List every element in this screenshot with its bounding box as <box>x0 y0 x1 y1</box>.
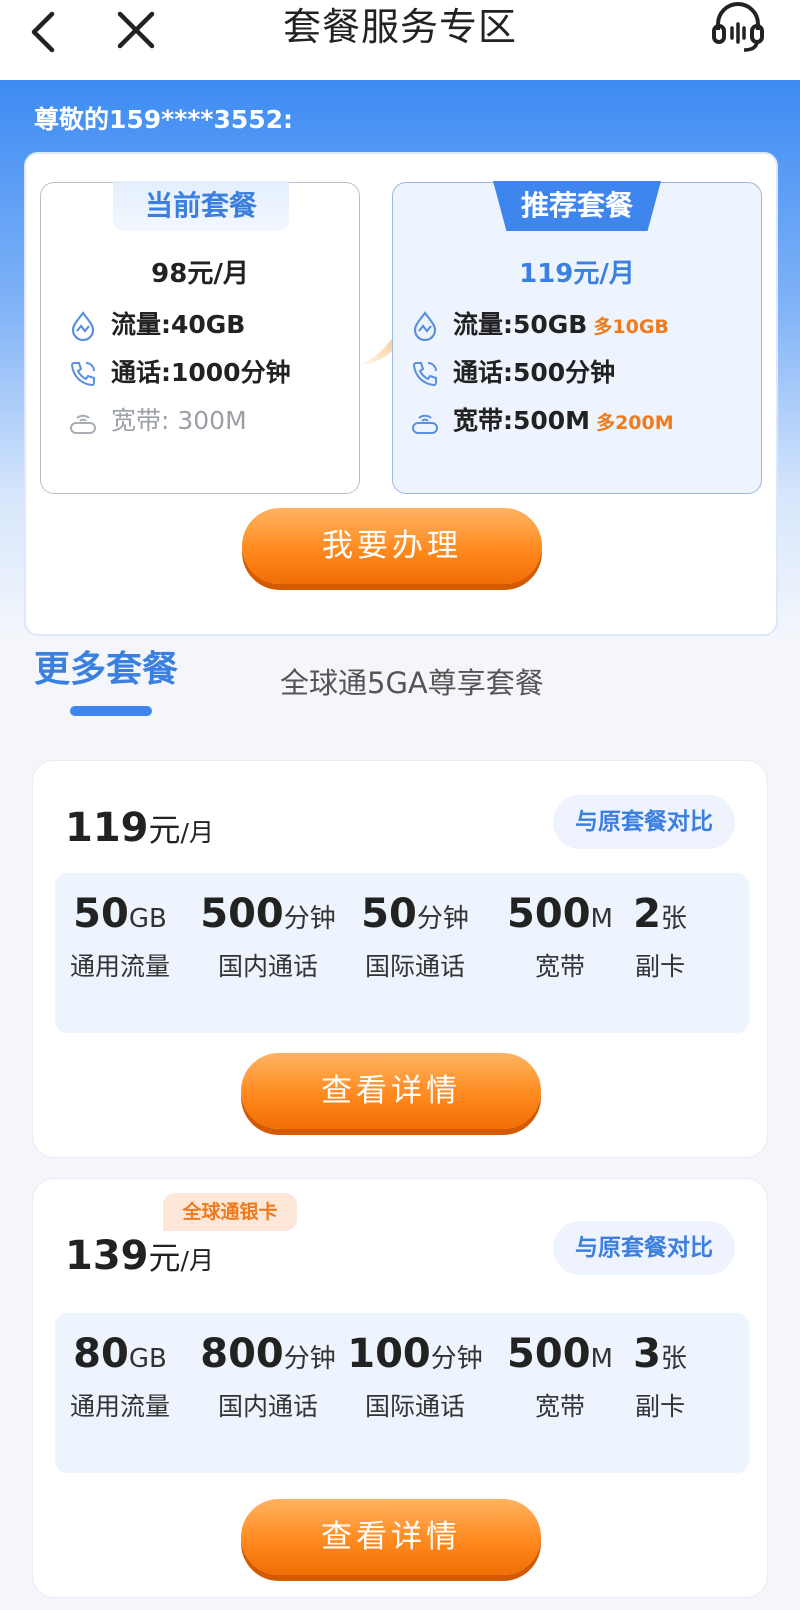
feature-label: 通用流量 <box>69 952 170 981</box>
feature-unit: 分钟 <box>283 904 336 934</box>
phone-call-icon <box>70 362 95 387</box>
feature-data: 50GB 通用流量 <box>55 891 185 983</box>
package-card: 全球通银卡 139元/月 与原套餐对比 80GB 通用流量 800分钟 国内通话 1… <box>32 1178 768 1598</box>
feature-label: 国际通话 <box>364 1392 465 1421</box>
recommend-broadband-row: 宽带:500M 多200M <box>409 401 674 441</box>
phone-call-icon <box>412 362 437 387</box>
recommend-broadband-extra: 多200M <box>596 412 674 434</box>
package-features: 80GB 通用流量 800分钟 国内通话 100分钟 国际通话 500M 宽带 3张 副卡 <box>55 1313 749 1473</box>
feature-value: 50 <box>73 891 129 937</box>
package-card: 119元/月 与原套餐对比 50GB 通用流量 500分钟 国内通话 50分钟 国际通… <box>32 760 768 1158</box>
feature-value: 500 <box>507 891 591 937</box>
feature-unit: 分钟 <box>283 1344 336 1374</box>
recommend-call-text: 通话:500分钟 <box>453 358 616 387</box>
feature-label: 国际通话 <box>364 952 465 981</box>
package-price-value: 119 <box>65 805 149 851</box>
data-flow-icon <box>413 311 437 342</box>
feature-label: 通用流量 <box>69 1392 170 1421</box>
package-features: 50GB 通用流量 500分钟 国内通话 50分钟 国际通话 500M 宽带 2张 副卡 <box>55 873 749 1033</box>
plan-compare-panel: 当前套餐 98元/月 流量:40GB 通话:1000分钟 宽带: 300M 推荐… <box>24 152 778 636</box>
package-price-value: 139 <box>65 1233 149 1279</box>
feature-data: 80GB 通用流量 <box>55 1331 185 1423</box>
compare-with-original-button[interactable]: 与原套餐对比 <box>553 795 735 849</box>
package-price-unit: 元 <box>148 1239 181 1277</box>
feature-unit: 张 <box>660 904 687 934</box>
view-details-button[interactable]: 查看详情 <box>241 1053 541 1129</box>
feature-value: 800 <box>200 1331 284 1377</box>
package-badge: 全球通银卡 <box>163 1193 297 1231</box>
package-price: 139元/月 <box>65 1233 214 1279</box>
broadband-router-icon <box>412 414 438 434</box>
feature-intl-call: 100分钟国际通话 <box>345 1331 485 1423</box>
current-plan-price: 98元/月 <box>151 259 249 289</box>
package-price-period: /月 <box>180 818 214 847</box>
current-broadband-text: 宽带: 300M <box>111 406 247 435</box>
feature-value: 50 <box>361 891 417 937</box>
recommend-data-row: 流量:50GB 多10GB <box>409 305 669 345</box>
feature-unit: GB <box>128 1344 167 1374</box>
package-price: 119元/月 <box>65 805 214 851</box>
recommend-call-row: 通话:500分钟 <box>409 353 615 393</box>
feature-value: 2 <box>633 891 661 937</box>
tab-more-plans[interactable]: 更多套餐 <box>34 640 178 692</box>
feature-value: 500 <box>200 891 284 937</box>
feature-label: 国内通话 <box>217 1392 318 1421</box>
compare-with-original-button[interactable]: 与原套餐对比 <box>553 1221 735 1275</box>
broadband-router-icon <box>70 414 96 434</box>
current-call-row: 通话:1000分钟 <box>67 353 291 393</box>
tab-active-indicator <box>70 706 152 716</box>
feature-intl-call: 50分钟国际通话 <box>345 891 485 983</box>
feature-unit: GB <box>128 904 167 934</box>
current-plan-box: 当前套餐 98元/月 流量:40GB 通话:1000分钟 宽带: 300M <box>40 181 360 494</box>
current-call-text: 通话:1000分钟 <box>111 358 291 387</box>
recommend-plan-price: 119元/月 <box>519 259 635 289</box>
recommend-data-extra: 多10GB <box>593 316 669 338</box>
current-plan-tag: 当前套餐 <box>113 181 289 231</box>
feature-label: 副卡 <box>634 952 685 981</box>
tab-global-5ga[interactable]: 全球通5GA尊享套餐 <box>280 666 544 722</box>
feature-domestic-call: 800分钟国内通话 <box>193 1331 343 1423</box>
feature-unit: 分钟 <box>416 904 469 934</box>
feature-unit: 分钟 <box>430 1344 483 1374</box>
page-title: 套餐服务专区 <box>282 5 517 49</box>
current-broadband-row: 宽带: 300M <box>67 401 247 441</box>
recommend-plan-tag: 推荐套餐 <box>493 181 661 231</box>
view-details-button[interactable]: 查看详情 <box>241 1499 541 1575</box>
feature-domestic-call: 500分钟国内通话 <box>193 891 343 983</box>
recommend-plan-box: 推荐套餐 119元/月 流量:50GB 多10GB 通话:500分钟 宽带:500… <box>392 181 762 494</box>
customer-service-icon[interactable] <box>710 0 766 56</box>
nav-bar: 套餐服务专区 <box>0 0 800 80</box>
feature-sub-card: 3张副卡 <box>605 1331 715 1423</box>
current-data-text: 流量:40GB <box>111 310 246 339</box>
feature-label: 副卡 <box>634 1392 685 1421</box>
package-price-unit: 元 <box>148 811 181 849</box>
tab-global-5ga-label: 全球通5GA尊享套餐 <box>280 666 544 700</box>
greeting-text: 尊敬的159****3552: <box>34 105 294 134</box>
current-data-row: 流量:40GB <box>67 305 245 345</box>
feature-value: 80 <box>73 1331 129 1377</box>
recommend-data-text: 流量:50GB <box>453 310 588 339</box>
feature-sub-card: 2张副卡 <box>605 891 715 983</box>
feature-unit: 张 <box>660 1344 687 1374</box>
feature-value: 3 <box>633 1331 661 1377</box>
feature-value: 100 <box>347 1331 431 1377</box>
feature-label: 国内通话 <box>217 952 318 981</box>
package-price-period: /月 <box>180 1246 214 1275</box>
data-flow-icon <box>71 311 95 342</box>
apply-button[interactable]: 我要办理 <box>242 508 542 584</box>
recommend-broadband-text: 宽带:500M <box>453 406 591 435</box>
feature-value: 500 <box>507 1331 591 1377</box>
